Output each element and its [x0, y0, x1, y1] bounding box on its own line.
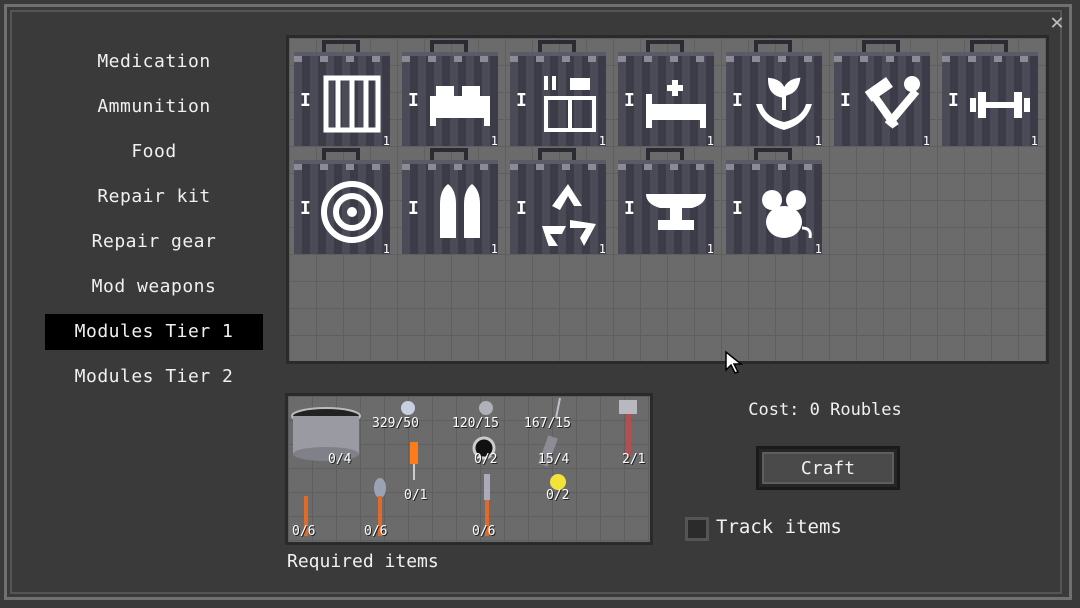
category-mod-weapons[interactable]: Mod weapons [45, 269, 263, 305]
mouse-icon [762, 190, 812, 239]
track-items-label[interactable]: Track items [716, 516, 842, 538]
module-quantity: 1 [598, 134, 606, 148]
close-icon[interactable]: ✕ [1046, 12, 1068, 34]
anvil-icon [646, 194, 706, 230]
nails-icon [555, 397, 561, 419]
category-modules-tier-1[interactable]: Modules Tier 1 [45, 314, 263, 350]
module-tier: I [624, 198, 635, 219]
module-quantity: 1 [490, 242, 498, 256]
req-count-screws: 120/15 [452, 416, 499, 431]
module-tier: I [624, 90, 635, 111]
module-slot[interactable]: I1 [722, 148, 824, 256]
req-count-bulb: 0/2 [546, 488, 570, 503]
req-count-tape: 0/2 [474, 452, 498, 467]
medical-bed-icon [646, 80, 706, 128]
mouse-cursor-icon [725, 350, 744, 374]
bolts-icon [401, 401, 415, 415]
module-quantity: 1 [598, 242, 606, 256]
category-modules-tier-2[interactable]: Modules Tier 2 [45, 359, 263, 395]
module-slot[interactable]: I1 [938, 40, 1040, 148]
screws-icon [479, 401, 493, 415]
module-tier: I [732, 198, 743, 219]
category-repair-gear[interactable]: Repair gear [45, 224, 263, 260]
craft-button-label: Craft [762, 452, 894, 484]
kitchen-icon [544, 76, 596, 132]
req-count-screwdriver: 0/1 [404, 488, 428, 503]
req-count-nails: 167/15 [524, 416, 571, 431]
req-count-pot: 0/4 [328, 452, 352, 467]
module-quantity: 1 [922, 134, 930, 148]
module-tier: I [516, 90, 527, 111]
category-repair-kit[interactable]: Repair kit [45, 179, 263, 215]
module-slot[interactable]: I1 [506, 148, 608, 256]
module-tier: I [300, 198, 311, 219]
hammer-wrench-icon [864, 76, 920, 129]
req-count-fork: 0/6 [292, 524, 316, 539]
required-items-panel: 0/4 329/50 120/15 167/15 2/1 0/2 15/4 0/… [285, 393, 653, 545]
dumbbell-icon [970, 92, 1030, 118]
module-quantity: 1 [706, 242, 714, 256]
ammo-icon [440, 184, 480, 238]
module-tier: I [516, 198, 527, 219]
module-tier: I [408, 90, 419, 111]
module-tier: I [300, 90, 311, 111]
category-food[interactable]: Food [45, 134, 263, 170]
module-quantity: 1 [490, 134, 498, 148]
module-slot[interactable]: I1 [290, 40, 392, 148]
module-tier: I [840, 90, 851, 111]
req-count-pipe: 15/4 [538, 452, 570, 467]
screwdriver-icon [410, 442, 418, 480]
req-count-knife: 0/6 [472, 524, 496, 539]
module-slot[interactable]: I1 [830, 40, 932, 148]
module-slot[interactable]: I1 [506, 40, 608, 148]
category-medication[interactable]: Medication [45, 44, 263, 80]
recycle-icon [542, 184, 596, 246]
target-icon [321, 181, 383, 243]
module-quantity: 1 [382, 242, 390, 256]
crate-icon [323, 75, 381, 133]
category-ammunition[interactable]: Ammunition [45, 89, 263, 125]
bed-icon [430, 86, 490, 126]
module-quantity: 1 [706, 134, 714, 148]
plant-hands-icon [756, 77, 812, 130]
module-slot[interactable]: I1 [398, 148, 500, 256]
module-slot[interactable]: I1 [398, 40, 500, 148]
module-tier: I [948, 90, 959, 111]
craft-button[interactable]: Craft [756, 446, 900, 490]
module-slot[interactable]: I1 [722, 40, 824, 148]
module-slot[interactable]: I1 [614, 148, 716, 256]
req-count-bolts: 329/50 [372, 416, 419, 431]
module-slot[interactable]: I1 [614, 40, 716, 148]
cost-text: Cost: 0 Roubles [748, 400, 902, 420]
module-tier: I [732, 90, 743, 111]
axe-icon [619, 400, 637, 456]
module-slot[interactable]: I1 [290, 148, 392, 256]
required-items-label: Required items [287, 551, 439, 572]
module-tier: I [408, 198, 419, 219]
req-count-spoon: 0/6 [364, 524, 388, 539]
module-quantity: 1 [1030, 134, 1038, 148]
track-items-checkbox[interactable] [685, 517, 709, 541]
req-count-axe: 2/1 [622, 452, 646, 467]
module-quantity: 1 [814, 242, 822, 256]
module-quantity: 1 [382, 134, 390, 148]
module-quantity: 1 [814, 134, 822, 148]
